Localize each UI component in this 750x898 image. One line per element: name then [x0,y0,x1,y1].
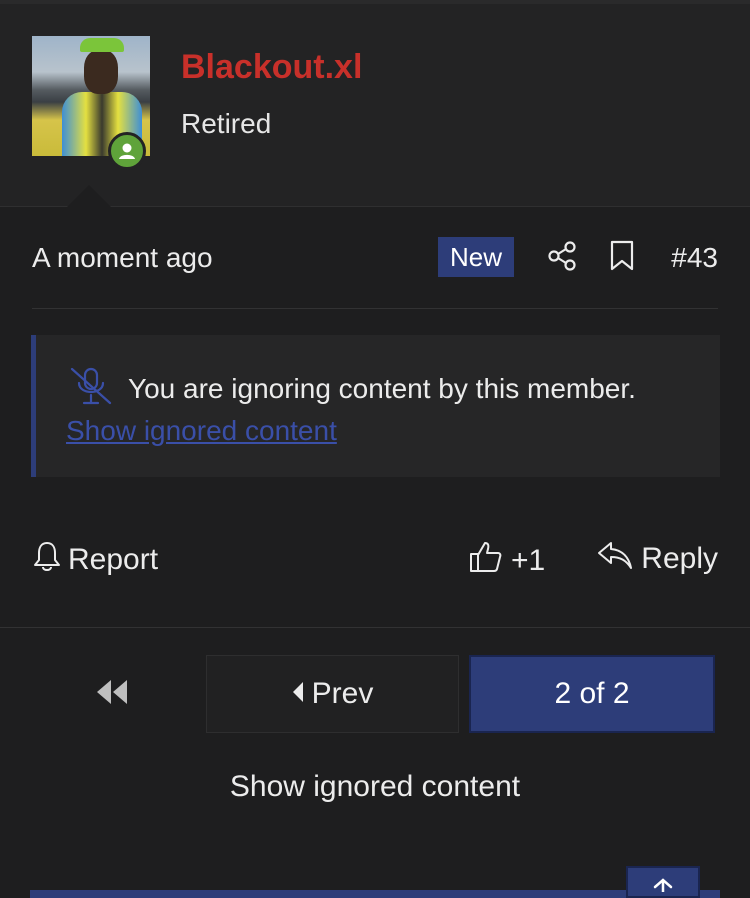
double-chevron-left-icon [94,679,130,710]
show-ignored-link[interactable]: Show ignored content [66,415,337,447]
reply-label: Reply [641,542,718,575]
like-count: +1 [511,544,546,577]
page-indicator-button[interactable]: 2 of 2 [469,655,715,733]
post-number[interactable]: #43 [671,242,718,274]
caret-left-icon [292,677,304,711]
report-label: Report [68,543,159,576]
prev-page-button[interactable]: Prev [206,655,459,733]
reply-button[interactable]: Reply [597,540,718,578]
section-divider [0,627,750,628]
username[interactable]: Blackout.xl [181,48,362,87]
arrow-up-icon [652,878,674,897]
panel-pointer [62,185,116,212]
ignored-content-notice: You are ignoring content by this member.… [31,335,720,477]
show-ignored-content-button[interactable]: Show ignored content [0,770,750,804]
avatar-cap [80,38,124,52]
like-button[interactable]: +1 [469,540,545,582]
share-icon[interactable] [546,240,578,277]
microphone-slash-icon [68,365,114,412]
new-badge: New [438,237,514,277]
post-actions: Report +1 Reply [32,540,718,594]
post-time[interactable]: A moment ago [32,242,213,274]
post-meta-row: A moment ago New #43 [32,232,718,282]
bell-icon [32,540,62,580]
first-page-button[interactable] [32,655,192,733]
prev-label: Prev [311,677,374,710]
report-button[interactable]: Report [32,540,158,580]
scroll-to-top-button[interactable] [626,866,700,898]
ignore-message: You are ignoring content by this member. [128,373,636,404]
post-user-panel: Blackout.xl Retired [0,4,750,212]
avatar-head [84,50,118,94]
meta-divider [32,308,718,309]
user-title: Retired [181,108,272,139]
bookmark-icon[interactable] [608,240,636,277]
reply-icon [597,540,633,578]
thumbs-up-icon [469,540,503,582]
bottom-accent-bar [30,890,720,898]
online-user-icon [108,132,146,170]
